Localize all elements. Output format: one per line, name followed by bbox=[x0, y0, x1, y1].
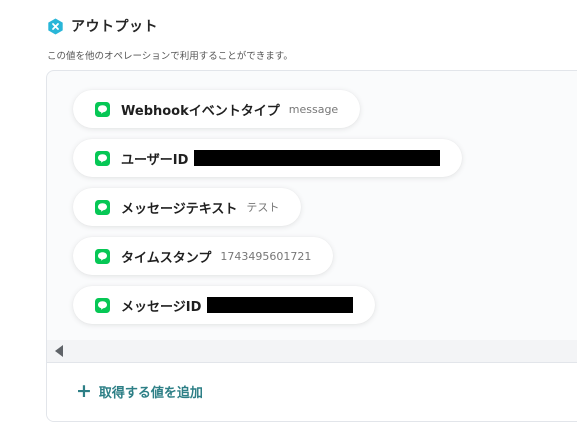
output-sample-value: テスト bbox=[246, 201, 280, 214]
output-panel: Webhookイベントタイプ message ユーザーID メッセージテキスト … bbox=[46, 70, 577, 422]
add-value-label: 取得する値を追加 bbox=[98, 386, 203, 401]
plus-icon: + bbox=[76, 380, 92, 402]
output-chip-message-id[interactable]: メッセージID bbox=[73, 286, 376, 324]
output-chip-timestamp[interactable]: タイムスタンプ 1743495601721 bbox=[73, 237, 334, 275]
line-app-icon bbox=[95, 248, 110, 264]
horizontal-scrollbar[interactable] bbox=[47, 340, 577, 362]
output-label: ユーザーID bbox=[121, 152, 189, 168]
line-app-icon bbox=[95, 297, 110, 313]
redacted-value bbox=[207, 297, 354, 313]
panel-footer: + 取得する値を追加 bbox=[47, 362, 577, 421]
output-sample-value: 1743495601721 bbox=[220, 249, 312, 263]
output-label: メッセージID bbox=[121, 299, 202, 315]
section-description: この値を他のオペレーションで利用することができます。 bbox=[47, 51, 293, 62]
output-label: タイムスタンプ bbox=[121, 250, 212, 266]
redacted-value bbox=[194, 150, 441, 166]
line-app-icon bbox=[95, 199, 110, 215]
output-chip-webhook-event-type[interactable]: Webhookイベントタイプ message bbox=[73, 90, 361, 128]
output-chip-user-id[interactable]: ユーザーID bbox=[73, 139, 463, 177]
line-app-icon bbox=[95, 150, 110, 166]
output-label: メッセージテキスト bbox=[121, 201, 238, 217]
output-section: アウトプット この値を他のオペレーションで利用することができます。 Webhoo… bbox=[0, 0, 577, 445]
x-hexagon-icon bbox=[47, 18, 64, 35]
line-app-icon bbox=[95, 101, 110, 117]
add-value-button[interactable]: + 取得する値を追加 bbox=[76, 380, 203, 402]
output-chip-message-text[interactable]: メッセージテキスト テスト bbox=[73, 188, 302, 226]
section-title: アウトプット bbox=[71, 19, 158, 35]
output-sample-value: message bbox=[288, 102, 339, 116]
scroll-left-arrow-icon[interactable] bbox=[55, 345, 63, 357]
section-header: アウトプット bbox=[47, 15, 158, 37]
output-label: Webhookイベントタイプ bbox=[121, 103, 280, 119]
